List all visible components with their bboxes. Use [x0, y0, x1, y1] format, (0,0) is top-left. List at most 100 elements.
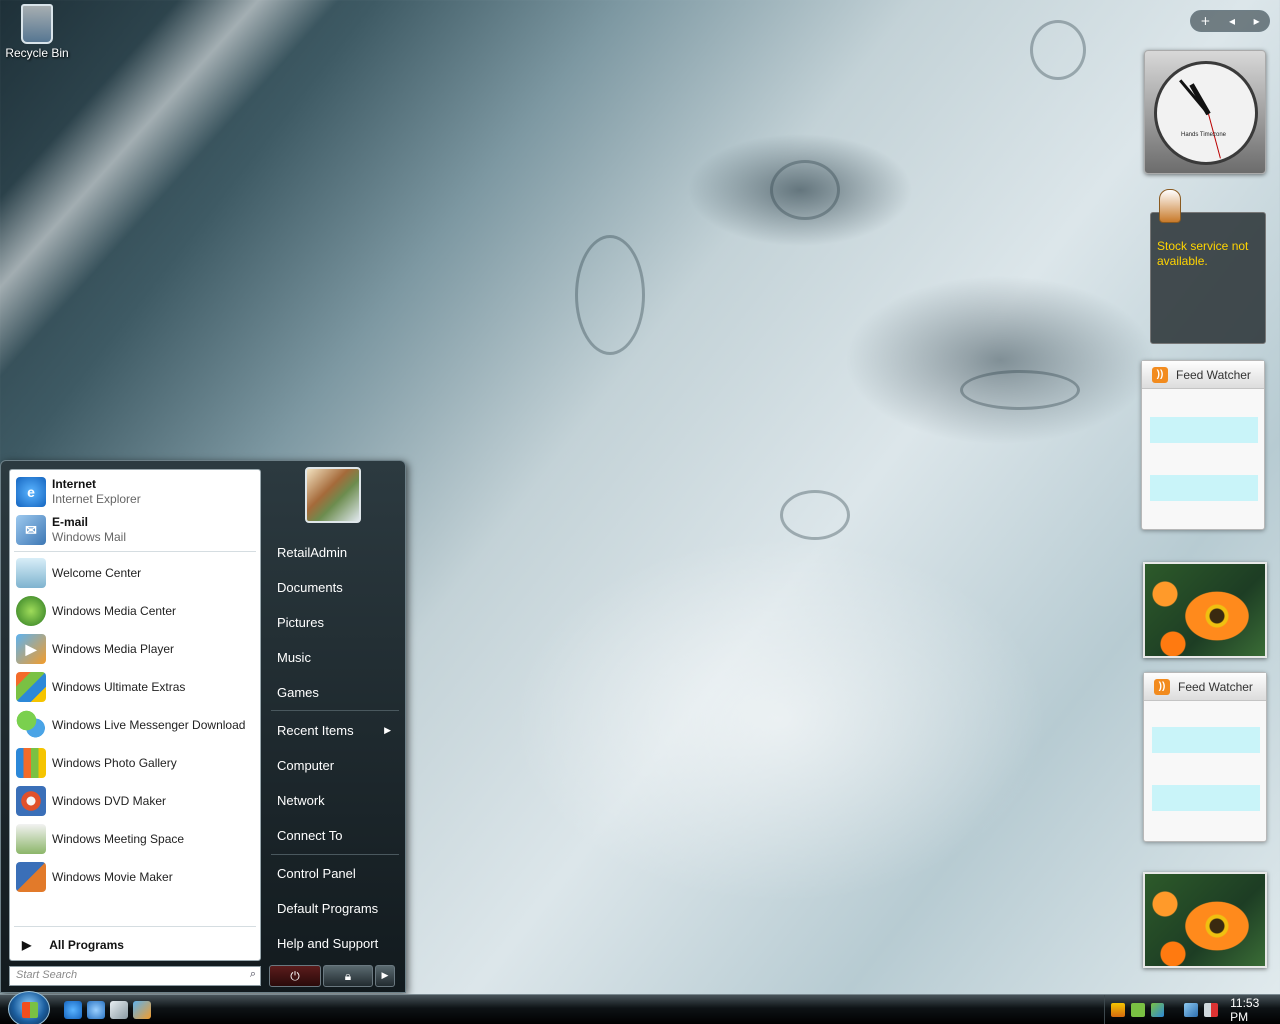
system-tray: 11:53 PM	[1104, 995, 1280, 1024]
program-photo-gallery[interactable]: Windows Photo Gallery	[14, 745, 258, 781]
check-icon[interactable]	[1130, 1003, 1145, 1017]
feed-watcher-gadget[interactable]: )) Feed Watcher	[1143, 672, 1267, 842]
desktop-icon-label: Recycle Bin	[5, 46, 69, 60]
taskbar: 11:53 PM	[0, 991, 1280, 1024]
feed-item[interactable]	[1152, 727, 1260, 753]
search-placeholder: Start Search	[16, 969, 78, 981]
search-icon[interactable]: ⌕	[250, 968, 256, 981]
menu-item-music[interactable]: Music	[271, 642, 399, 672]
pinned-email[interactable]: ✉ E-mail Windows Mail	[14, 512, 258, 548]
slideshow-gadget[interactable]	[1143, 872, 1267, 968]
feed-item[interactable]	[1150, 417, 1258, 443]
sync-icon[interactable]	[1150, 1003, 1165, 1017]
shield-icon[interactable]	[1111, 1003, 1125, 1017]
program-media-player[interactable]: ▶ Windows Media Player	[14, 631, 258, 667]
next-gadget-page-button[interactable]: ▸	[1254, 14, 1260, 28]
windows-logo-icon	[22, 1002, 38, 1018]
feed-watcher-gadget[interactable]: )) Feed Watcher	[1141, 360, 1265, 530]
ultimate-extras-icon	[16, 672, 46, 702]
menu-label: Control Panel	[277, 865, 356, 881]
network-icon[interactable]	[1184, 1003, 1199, 1017]
feed-watcher-title: Feed Watcher	[1178, 679, 1253, 694]
all-programs-button[interactable]: ▶ All Programs	[14, 932, 258, 958]
menu-label: Music	[277, 649, 311, 665]
chevron-right-icon: ▶	[381, 971, 389, 981]
media-player-icon[interactable]	[133, 1001, 151, 1019]
menu-label: Games	[277, 684, 319, 700]
program-label: Windows Ultimate Extras	[52, 680, 186, 694]
menu-item-retailadmin[interactable]: RetailAdmin	[271, 537, 399, 567]
menu-item-connect-to[interactable]: Connect To	[271, 820, 399, 850]
feed-item[interactable]	[1152, 785, 1260, 811]
prev-gadget-page-button[interactable]: ◂	[1229, 14, 1235, 28]
add-gadget-button[interactable]: +	[1200, 14, 1210, 28]
messenger-icon	[16, 710, 46, 740]
start-search-input[interactable]: Start Search ⌕	[9, 966, 261, 986]
meeting-space-icon	[16, 824, 46, 854]
pinned-subtitle: Windows Mail	[52, 530, 127, 544]
pinned-title: E-mail	[52, 515, 89, 529]
chevron-right-icon: ▶	[22, 938, 32, 952]
program-meeting-space[interactable]: Windows Meeting Space	[14, 821, 258, 857]
switch-windows-icon[interactable]	[110, 1001, 128, 1019]
clock-gadget-label: Hands Timezone	[1181, 132, 1227, 138]
menu-item-recent-items[interactable]: Recent Items ▶	[271, 715, 399, 745]
feed-watcher-header: )) Feed Watcher	[1142, 361, 1264, 389]
menu-label: Help and Support	[277, 935, 379, 951]
menu-item-documents[interactable]: Documents	[271, 572, 399, 602]
welcome-center-icon	[16, 558, 46, 588]
start-menu-programs-pane: e Internet Internet Explorer ✉ E-mail Wi…	[9, 469, 261, 961]
media-player-icon: ▶	[16, 634, 46, 664]
program-label: Welcome Center	[52, 566, 142, 580]
menu-item-control-panel[interactable]: Control Panel	[271, 858, 399, 888]
lock-button[interactable]: 🔒︎	[323, 965, 373, 987]
ie-icon[interactable]	[87, 1001, 105, 1019]
menu-label: Pictures	[277, 614, 324, 630]
separator	[271, 710, 399, 711]
program-messenger-download[interactable]: Windows Live Messenger Download	[14, 707, 258, 743]
menu-label: Connect To	[277, 827, 343, 843]
menu-item-computer[interactable]: Computer	[271, 750, 399, 780]
feed-watcher-title: Feed Watcher	[1176, 367, 1251, 382]
menu-item-pictures[interactable]: Pictures	[271, 607, 399, 637]
dvd-maker-icon	[16, 786, 46, 816]
program-ultimate-extras[interactable]: Windows Ultimate Extras	[14, 669, 258, 705]
menu-item-default-programs[interactable]: Default Programs	[271, 893, 399, 923]
menu-item-games[interactable]: Games	[271, 677, 399, 707]
program-media-center[interactable]: Windows Media Center	[14, 593, 258, 629]
rss-icon: ))	[1152, 366, 1168, 383]
user-picture[interactable]	[305, 467, 361, 523]
program-label: Windows Meeting Space	[52, 832, 185, 846]
program-label: Windows Photo Gallery	[52, 756, 177, 770]
power-controls: ⏻ 🔒︎ ▶	[269, 965, 395, 987]
internet-explorer-icon[interactable]	[64, 1001, 82, 1019]
stock-gadget[interactable]: Stock service not available.	[1150, 189, 1266, 344]
pinned-internet[interactable]: e Internet Internet Explorer	[14, 474, 258, 510]
menu-label: Documents	[277, 579, 343, 595]
start-button[interactable]	[8, 991, 50, 1024]
slideshow-gadget[interactable]	[1143, 562, 1267, 658]
separator	[14, 551, 256, 552]
program-movie-maker[interactable]: Windows Movie Maker	[14, 859, 258, 895]
taskbar-clock[interactable]: 11:53 PM	[1230, 996, 1280, 1024]
power-button[interactable]: ⏻	[269, 965, 321, 987]
program-dvd-maker[interactable]: Windows DVD Maker	[14, 783, 258, 819]
power-options-button[interactable]: ▶	[375, 965, 395, 987]
menu-label: RetailAdmin	[277, 544, 348, 560]
menu-item-help-support[interactable]: Help and Support	[271, 928, 399, 958]
internet-explorer-icon: e	[16, 477, 46, 507]
program-welcome-center[interactable]: Welcome Center	[14, 555, 258, 591]
separator	[271, 854, 399, 855]
feed-item[interactable]	[1150, 475, 1258, 501]
power-icon: ⏻	[290, 968, 300, 983]
pinned-title: Internet	[52, 477, 97, 491]
program-label: Windows Media Player	[52, 642, 175, 656]
program-label: Windows Media Center	[52, 604, 177, 618]
desktop-icon-recycle-bin[interactable]: Recycle Bin	[4, 2, 70, 60]
clock-gadget[interactable]: Hands Timezone	[1144, 50, 1266, 174]
volume-icon[interactable]	[1204, 1003, 1219, 1017]
program-label: Windows Live Messenger Download	[52, 718, 246, 732]
stock-status-text: Stock service not available.	[1157, 239, 1249, 268]
movie-maker-icon	[16, 862, 46, 892]
menu-item-network[interactable]: Network	[271, 785, 399, 815]
